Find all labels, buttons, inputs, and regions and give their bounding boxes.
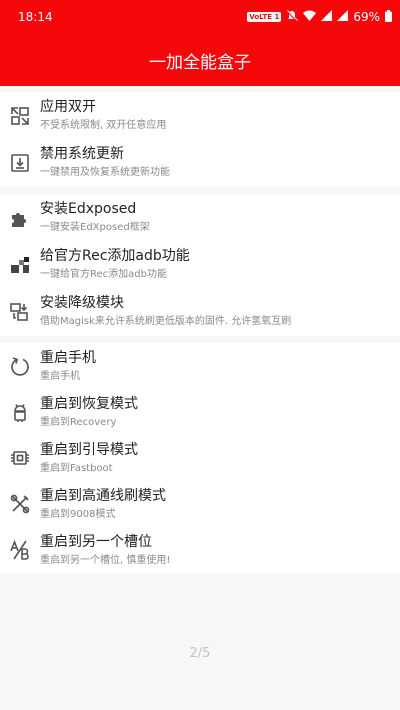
item-title: 重启到高通线刷模式 bbox=[40, 487, 166, 504]
menu-item-reboot[interactable]: 重启手机 重启手机 bbox=[0, 343, 400, 389]
item-title: 应用双开 bbox=[40, 99, 96, 115]
download-box-icon bbox=[0, 152, 40, 174]
item-subtitle: 重启到另一个槽位, 慎重使用! bbox=[40, 554, 171, 566]
item-subtitle: 一键安装EdXposed框架 bbox=[40, 222, 150, 233]
chip-icon bbox=[0, 447, 40, 469]
item-title: 重启到恢复模式 bbox=[40, 395, 138, 412]
item-title: 重启到引导模式 bbox=[40, 441, 138, 458]
menu-item-disable-update[interactable]: 禁用系统更新 一键禁用及恢复系统更新功能 bbox=[0, 139, 400, 186]
item-title: 重启手机 bbox=[40, 349, 96, 366]
signal-icon-2 bbox=[337, 10, 349, 24]
blocks-icon bbox=[0, 254, 40, 276]
item-subtitle: 借助Magisk来允许系统刷更低版本的固件. 允许氢氧互刷 bbox=[40, 316, 292, 327]
tools-icon bbox=[0, 493, 40, 515]
group-app-tools: 应用双开 不受系统限制, 双开任意应用 禁用系统更新 一键禁用及恢复系统更新功能 bbox=[0, 92, 400, 187]
item-subtitle: 重启到Fastboot bbox=[40, 462, 113, 474]
clone-app-icon bbox=[0, 105, 40, 127]
item-title: 安装降级模块 bbox=[40, 295, 124, 311]
volte-badge: VoLTE 1 bbox=[247, 12, 282, 22]
menu-item-rec-adb[interactable]: 给官方Rec添加adb功能 一键给官方Rec添加adb功能 bbox=[0, 241, 400, 288]
menu-item-app-clone[interactable]: 应用双开 不受系统限制, 双开任意应用 bbox=[0, 92, 400, 139]
item-subtitle: 重启到9008模式 bbox=[40, 508, 116, 520]
menu-item-reboot-recovery[interactable]: 重启到恢复模式 重启到Recovery bbox=[0, 389, 400, 435]
group-reboot: 重启手机 重启手机 重启到恢复模式 重启到Recovery 重启到引导模式 重启… bbox=[0, 343, 400, 574]
signal-icon bbox=[321, 10, 333, 24]
battery-percent: 69% bbox=[353, 10, 380, 24]
item-subtitle: 重启手机 bbox=[40, 370, 80, 382]
battery-icon bbox=[385, 9, 392, 25]
menu-item-reboot-9008[interactable]: 重启到高通线刷模式 重启到9008模式 bbox=[0, 481, 400, 527]
status-time: 18:14 bbox=[18, 10, 53, 24]
status-bar: 18:14 VoLTE 1 69% bbox=[0, 0, 400, 34]
ab-slot-icon bbox=[0, 539, 40, 561]
app-bar: 一加全能盒子 bbox=[0, 34, 400, 86]
item-title: 重启到另一个槽位 bbox=[40, 533, 152, 550]
menu-item-install-edxposed[interactable]: 安装Edxposed 一键安装EdXposed框架 bbox=[0, 194, 400, 241]
menu-item-downgrade-module[interactable]: 安装降级模块 借助Magisk来允许系统刷更低版本的固件. 允许氢氧互刷 bbox=[0, 288, 400, 335]
menu-item-reboot-fastboot[interactable]: 重启到引导模式 重启到Fastboot bbox=[0, 435, 400, 481]
item-subtitle: 一键禁用及恢复系统更新功能 bbox=[40, 167, 170, 178]
app-title: 一加全能盒子 bbox=[149, 52, 251, 73]
status-icons: VoLTE 1 69% bbox=[247, 9, 392, 25]
puzzle-icon bbox=[0, 207, 40, 229]
item-subtitle: 一键给官方Rec添加adb功能 bbox=[40, 269, 167, 280]
mute-bell-icon bbox=[286, 9, 299, 25]
group-modules: 安装Edxposed 一键安装EdXposed框架 给官方Rec添加adb功能 … bbox=[0, 194, 400, 336]
item-title: 安装Edxposed bbox=[40, 201, 137, 217]
item-title: 禁用系统更新 bbox=[40, 146, 124, 162]
restart-icon bbox=[0, 355, 40, 377]
item-subtitle: 不受系统限制, 双开任意应用 bbox=[40, 120, 167, 131]
page-indicator: 2/5 bbox=[189, 646, 211, 661]
wifi-icon bbox=[303, 10, 317, 24]
menu-item-reboot-other-slot[interactable]: 重启到另一个槽位 重启到另一个槽位, 慎重使用! bbox=[0, 527, 400, 573]
item-subtitle: 重启到Recovery bbox=[40, 416, 117, 428]
downgrade-icon bbox=[0, 301, 40, 323]
android-icon bbox=[0, 401, 40, 423]
item-title: 给官方Rec添加adb功能 bbox=[40, 248, 190, 264]
